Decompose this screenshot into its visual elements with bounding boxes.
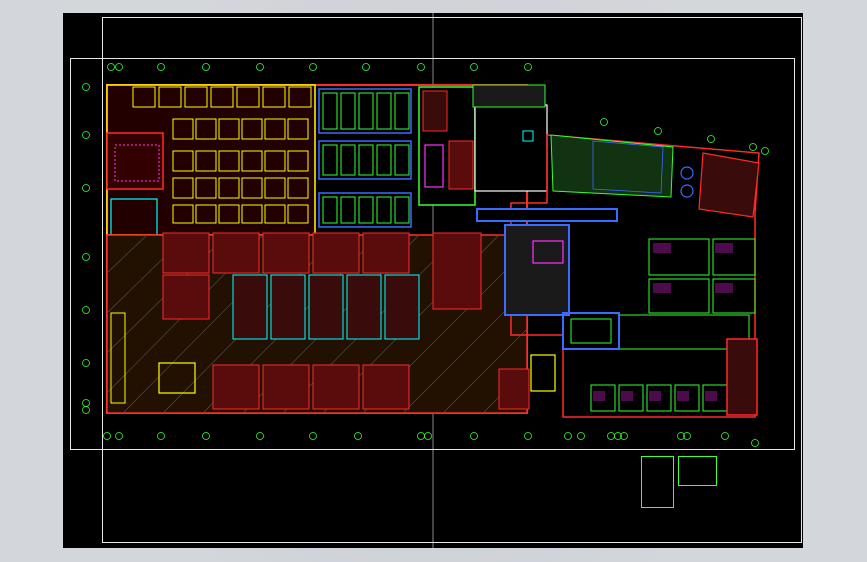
northeast-stair — [698, 152, 760, 218]
meeting-rooms — [318, 88, 412, 228]
northeast-circles — [680, 166, 694, 198]
legend-table-a — [641, 456, 674, 508]
entry-vestibule — [530, 354, 556, 392]
grid-axis-bubbles-top — [107, 63, 532, 71]
grid-axis-bubbles-left — [82, 83, 90, 414]
legend-table-b — [678, 456, 717, 486]
circulation-corridor — [476, 208, 618, 222]
central-stair-a — [422, 90, 448, 132]
grid-axis-bubbles-bottom — [103, 432, 759, 447]
southeast-stair — [726, 338, 758, 416]
mid-atrium-top — [472, 84, 546, 108]
mid-atrium — [474, 104, 548, 192]
dining-tables — [232, 274, 420, 340]
south-lobby-inner — [570, 318, 612, 344]
central-void — [504, 224, 570, 316]
southwest-stair-right — [498, 368, 530, 410]
central-core — [418, 84, 548, 206]
central-stair-b — [448, 140, 474, 190]
cad-model-space[interactable] — [63, 13, 803, 548]
east-room-fill — [593, 243, 733, 401]
